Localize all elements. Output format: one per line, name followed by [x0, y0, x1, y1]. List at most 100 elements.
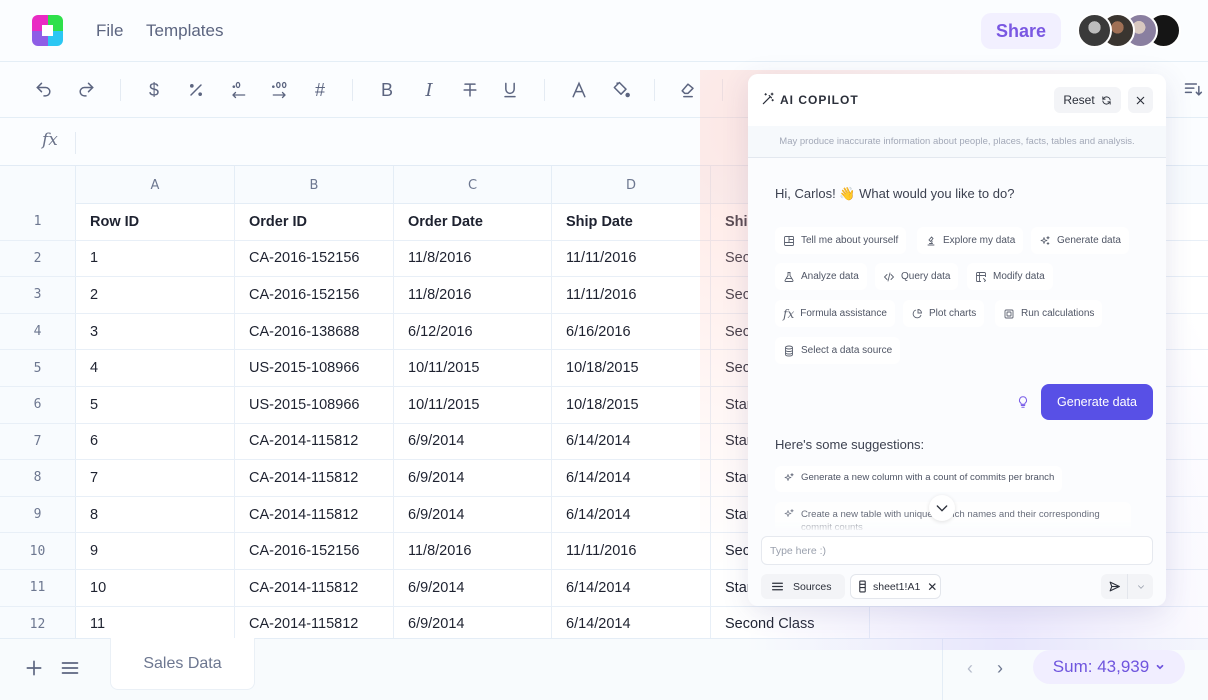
chip-select-a-data-source[interactable]: Select a data source [775, 337, 901, 364]
clear-format-button[interactable] [676, 78, 700, 102]
cell[interactable]: 7 [76, 460, 235, 496]
cell[interactable]: Order ID [235, 204, 394, 240]
row-number[interactable]: 8 [0, 460, 76, 496]
send-options-button[interactable] [1128, 574, 1153, 599]
increase-decimal-button[interactable] [268, 78, 292, 102]
chip-formula-assistance[interactable]: fx Formula assistance [775, 300, 895, 327]
row-number[interactable]: 4 [0, 313, 76, 350]
cell[interactable]: 11/8/2016 [394, 240, 552, 277]
row-number[interactable]: 11 [0, 570, 76, 606]
cell[interactable]: 6/9/2014 [394, 496, 552, 533]
cell[interactable]: 6/12/2016 [394, 313, 552, 350]
sheet-list-button[interactable] [58, 656, 82, 680]
previous-sheet-button[interactable]: ‹ [967, 658, 973, 679]
fill-color-button[interactable] [609, 78, 633, 102]
text-color-button[interactable] [567, 78, 591, 102]
sources-button[interactable]: Sources [761, 574, 845, 599]
cell[interactable]: 6 [76, 423, 235, 460]
column-header-b[interactable]: B [235, 166, 394, 204]
cell[interactable]: 10 [76, 570, 235, 606]
row-number[interactable]: 7 [0, 423, 76, 460]
cell[interactable]: CA-2016-138688 [235, 313, 394, 350]
cell[interactable]: 6/9/2014 [394, 570, 552, 606]
chip-plot-charts[interactable]: Plot charts [903, 300, 985, 327]
row-number[interactable]: 9 [0, 496, 76, 533]
select-all-corner[interactable] [0, 166, 76, 204]
cell[interactable]: CA-2014-115812 [235, 496, 394, 533]
cell[interactable]: US-2015-108966 [235, 387, 394, 423]
app-logo[interactable] [32, 15, 63, 46]
cell[interactable]: 6/16/2016 [552, 313, 711, 350]
send-button[interactable] [1101, 574, 1128, 599]
chip-generate-data[interactable]: Generate data [1031, 227, 1129, 254]
italic-button[interactable]: I [417, 78, 441, 102]
sort-button[interactable] [1183, 79, 1203, 99]
chip-run-calculations[interactable]: Run calculations [995, 300, 1103, 327]
chip-tell-me-about-yourself[interactable]: Tell me about yourself [775, 227, 907, 254]
row-number[interactable]: 6 [0, 387, 76, 423]
share-button[interactable]: Share [981, 13, 1061, 49]
cell[interactable]: 11/11/2016 [552, 277, 711, 313]
strikethrough-button[interactable] [458, 78, 482, 102]
add-sheet-button[interactable] [22, 656, 46, 680]
chip-explore-my-data[interactable]: Explore my data [917, 227, 1024, 254]
cell[interactable]: 4 [76, 350, 235, 386]
column-header-d[interactable]: D [552, 166, 711, 204]
cell[interactable]: 6/14/2014 [552, 570, 711, 606]
underline-button[interactable] [498, 78, 522, 102]
lightbulb-icon[interactable] [1016, 394, 1030, 410]
cell[interactable]: 10/18/2015 [552, 350, 711, 386]
cell[interactable]: 6/9/2014 [394, 460, 552, 496]
currency-format-button[interactable]: $ [142, 78, 166, 102]
bold-button[interactable]: B [375, 78, 399, 102]
row-number[interactable]: 1 [0, 204, 76, 240]
sheet-tab-sales-data[interactable]: Sales Data [110, 638, 255, 690]
menu-file[interactable]: File [96, 21, 123, 41]
row-number[interactable]: 5 [0, 350, 76, 386]
close-button[interactable] [1128, 87, 1153, 113]
column-header-c[interactable]: C [394, 166, 552, 204]
next-sheet-button[interactable]: › [997, 658, 1003, 679]
generate-data-button[interactable]: Generate data [1041, 384, 1153, 420]
cell[interactable]: 6/9/2014 [394, 606, 552, 638]
copilot-message-input[interactable] [761, 536, 1153, 565]
cell[interactable]: 8 [76, 496, 235, 533]
sum-selector[interactable]: Sum: 43,939 [1033, 650, 1185, 684]
chip-analyze-data[interactable]: Analyze data [775, 263, 867, 290]
scroll-down-button[interactable] [929, 495, 955, 521]
cell[interactable]: 2 [76, 277, 235, 313]
undo-button[interactable] [32, 78, 56, 102]
row-number[interactable]: 12 [0, 606, 76, 638]
row-number[interactable]: 2 [0, 240, 76, 277]
cell[interactable]: Order Date [394, 204, 552, 240]
cell[interactable]: 6/9/2014 [394, 423, 552, 460]
cell[interactable]: 11/11/2016 [552, 240, 711, 277]
reset-button[interactable]: Reset [1054, 87, 1121, 113]
cell[interactable]: 11/11/2016 [552, 533, 711, 569]
cell[interactable]: Second Class [711, 606, 870, 638]
chip-query-data[interactable]: Query data [875, 263, 959, 290]
cell[interactable]: 5 [76, 387, 235, 423]
cell[interactable]: CA-2016-152156 [235, 533, 394, 569]
cell[interactable]: CA-2016-152156 [235, 277, 394, 313]
formula-input[interactable] [90, 128, 730, 156]
cell[interactable]: 10/11/2015 [394, 387, 552, 423]
cell[interactable]: 6/14/2014 [552, 423, 711, 460]
cell[interactable]: 11 [76, 606, 235, 638]
cell[interactable]: 6/14/2014 [552, 460, 711, 496]
cell[interactable]: CA-2016-152156 [235, 240, 394, 277]
avatar[interactable] [1077, 13, 1112, 48]
cell[interactable]: 1 [76, 240, 235, 277]
percent-format-button[interactable] [184, 78, 208, 102]
number-format-button[interactable]: # [308, 78, 332, 102]
column-header-a[interactable]: A [76, 166, 235, 204]
cell[interactable]: CA-2014-115812 [235, 606, 394, 638]
remove-range-icon[interactable]: ✕ [927, 580, 937, 594]
cell[interactable]: 11/8/2016 [394, 533, 552, 569]
menu-templates[interactable]: Templates [146, 21, 223, 41]
row-number[interactable]: 10 [0, 533, 76, 569]
cell[interactable]: CA-2014-115812 [235, 460, 394, 496]
cell[interactable]: CA-2014-115812 [235, 423, 394, 460]
cell[interactable]: Ship Date [552, 204, 711, 240]
chip-modify-data[interactable]: Modify data [967, 263, 1053, 290]
